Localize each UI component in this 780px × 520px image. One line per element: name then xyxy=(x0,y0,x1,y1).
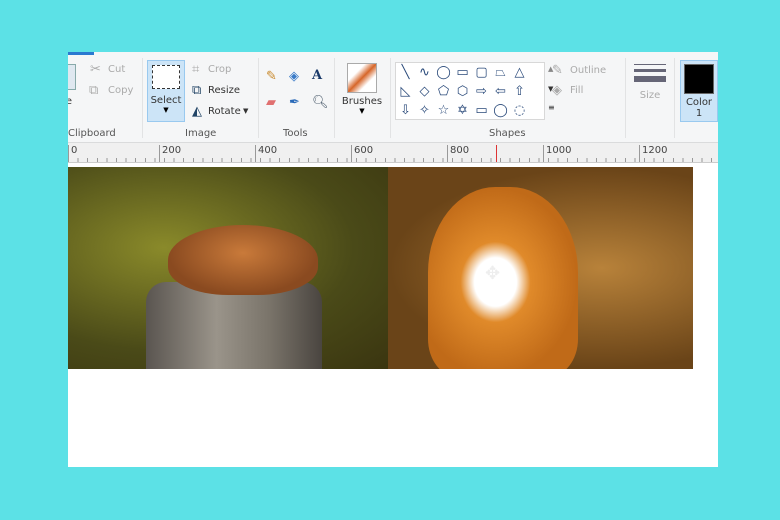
fill-button[interactable]: Fill xyxy=(570,85,583,96)
ruler-label: 200 xyxy=(159,145,181,162)
fox-body xyxy=(428,187,578,369)
shape-option[interactable]: ◺ xyxy=(396,82,415,101)
color-picker-icon[interactable]: ✒ xyxy=(289,96,300,110)
select-button[interactable]: Select ▼ xyxy=(147,60,185,122)
dropdown-arrow-icon: ▼ xyxy=(163,106,169,114)
resize-icon: ⧉ xyxy=(192,83,202,98)
brushes-label: Brushes xyxy=(341,96,383,107)
select-label: Select xyxy=(150,95,182,106)
shape-option[interactable]: ⏢ xyxy=(491,63,510,82)
shapes-group-label: Shapes xyxy=(489,128,526,139)
clipboard-group-label: Clipboard xyxy=(68,128,116,139)
crop-button[interactable]: Crop xyxy=(208,64,231,75)
shape-option[interactable]: ▭ xyxy=(453,63,472,82)
ribbon: te ✂ Cut ⧉ Copy Clipboard Select ▼ ⌗ Crop ⧉… xyxy=(68,52,718,143)
pencil-icon[interactable]: ✎ xyxy=(266,70,277,84)
ruler-label: 400 xyxy=(255,145,277,162)
brushes-button[interactable]: Brushes ▼ xyxy=(340,60,384,122)
paint-window: te ✂ Cut ⧉ Copy Clipboard Select ▼ ⌗ Crop ⧉… xyxy=(68,52,718,467)
size-label: Size xyxy=(639,90,661,101)
shape-option[interactable]: △ xyxy=(510,63,529,82)
rotate-dropdown-icon[interactable]: ▼ xyxy=(243,107,248,115)
sitting-fox-photo: ✥ xyxy=(388,167,693,369)
shape-option[interactable]: ⇧ xyxy=(510,82,529,101)
shape-option[interactable]: ⬠ xyxy=(434,82,453,101)
color1-swatch xyxy=(684,64,714,94)
line-size-icon xyxy=(634,64,666,65)
shape-option[interactable]: ◇ xyxy=(415,82,434,101)
shape-option[interactable]: ▢ xyxy=(472,63,491,82)
dropdown-arrow-icon: ▼ xyxy=(359,107,365,115)
selection-icon xyxy=(152,65,180,89)
paste-button[interactable]: te xyxy=(68,64,78,112)
shape-option[interactable]: ◌ xyxy=(510,101,529,120)
crop-icon: ⌗ xyxy=(192,62,200,77)
shapes-gallery[interactable]: ╲ ∿ ◯ ▭ ▢ ⏢ △ ◺ ◇ ⬠ ⬡ ⇨ ⇦ ⇧ ⇩ ✧ ☆ ✡ ▭ ◯ ◌ xyxy=(395,62,545,120)
shape-option[interactable]: ⇩ xyxy=(396,101,415,120)
color1-label: Color xyxy=(685,97,713,108)
shape-option[interactable]: ∿ xyxy=(415,63,434,82)
ruler-label: 1000 xyxy=(543,145,571,162)
brush-icon xyxy=(347,63,377,93)
drawing-canvas[interactable]: ✥ xyxy=(68,163,718,467)
copy-icon: ⧉ xyxy=(89,83,99,98)
ruler-label: 0 xyxy=(68,145,77,162)
magnifier-icon[interactable]: 🔍︎ xyxy=(312,96,329,110)
active-tab-indicator xyxy=(68,52,94,55)
shape-option[interactable]: ◯ xyxy=(491,101,510,120)
copy-label: Copy xyxy=(108,85,134,96)
horizontal-ruler: 0 200 400 600 800 1000 1200 xyxy=(68,143,718,163)
rotate-button[interactable]: Rotate xyxy=(208,106,241,117)
eraser-icon[interactable]: ▰ xyxy=(266,96,276,110)
cursor-position-marker xyxy=(496,145,497,162)
sleeping-fox-photo xyxy=(68,167,388,369)
tools-group-label: Tools xyxy=(283,128,308,139)
outline-button[interactable]: Outline xyxy=(570,65,606,76)
fox-curled xyxy=(168,225,318,295)
shape-option[interactable]: ⬡ xyxy=(453,82,472,101)
shape-option[interactable]: ☆ xyxy=(434,101,453,120)
cut-label: Cut xyxy=(108,64,126,75)
shape-option[interactable]: ◯ xyxy=(434,63,453,82)
scissors-icon: ✂ xyxy=(90,62,101,77)
shape-option[interactable]: ▭ xyxy=(472,101,491,120)
ruler-label: 600 xyxy=(351,145,373,162)
shape-option[interactable]: ✡ xyxy=(453,101,472,120)
paste-label: te xyxy=(68,96,73,107)
gallery-expand[interactable]: ≡ xyxy=(548,103,555,112)
ruler-label: 1200 xyxy=(639,145,667,162)
shape-option[interactable]: ✧ xyxy=(415,101,434,120)
size-button[interactable]: Size xyxy=(632,62,668,122)
rotate-icon: ◭ xyxy=(192,104,202,119)
color1-button[interactable]: Color 1 xyxy=(680,60,718,122)
outline-icon: ✎ xyxy=(552,63,563,78)
tree-stump xyxy=(146,282,322,369)
resize-button[interactable]: Resize xyxy=(208,85,240,96)
image-group-label: Image xyxy=(185,128,217,139)
ruler-label: 800 xyxy=(447,145,469,162)
move-cursor-icon: ✥ xyxy=(485,263,501,284)
shape-option[interactable]: ⇨ xyxy=(472,82,491,101)
text-tool-icon[interactable]: A xyxy=(312,69,322,83)
color1-number: 1 xyxy=(695,108,703,119)
shape-option[interactable]: ⇦ xyxy=(491,82,510,101)
shape-option[interactable]: ╲ xyxy=(396,63,415,82)
fill-bucket-icon[interactable]: ◈ xyxy=(289,70,299,84)
fill-icon: ◈ xyxy=(552,83,562,98)
paste-icon xyxy=(68,64,76,90)
